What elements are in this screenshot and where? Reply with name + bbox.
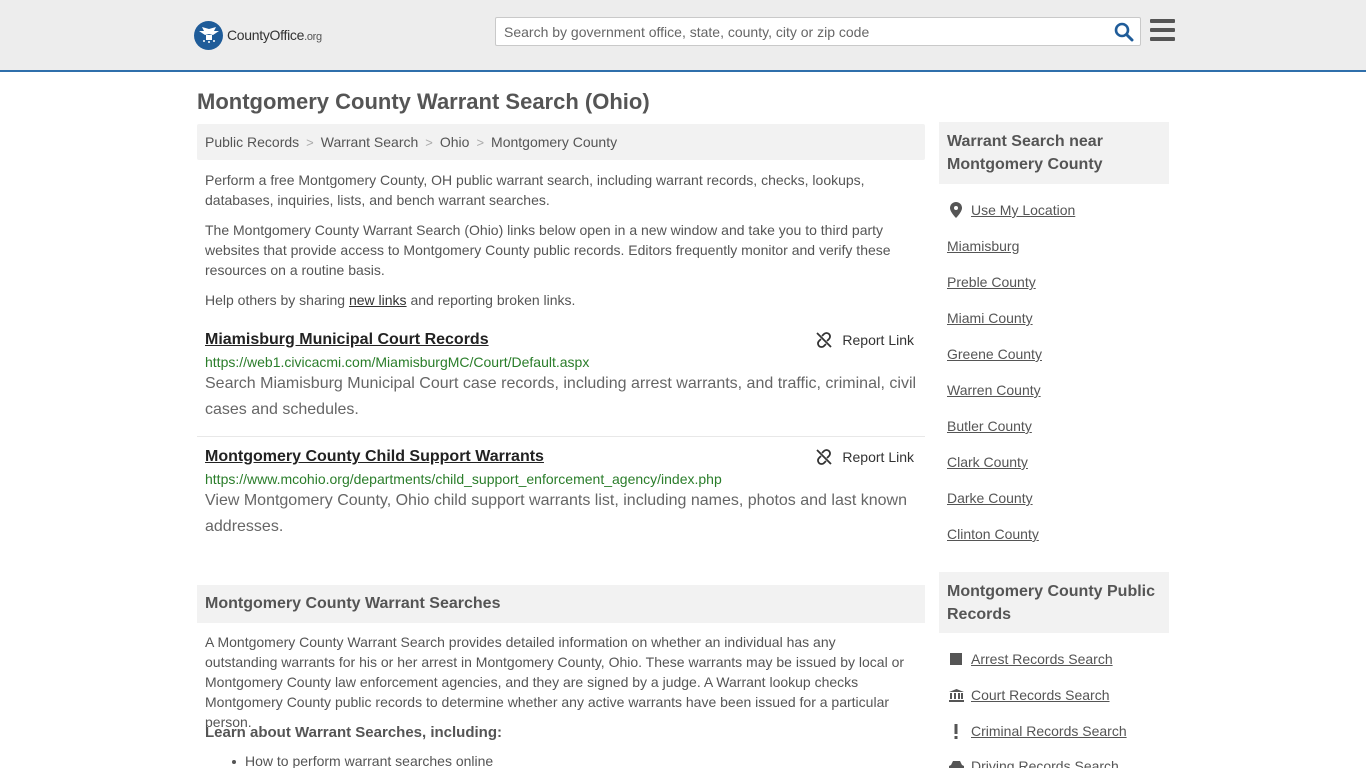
broken-link-icon bbox=[816, 449, 833, 465]
sidebar-link-arrest-records[interactable]: Arrest Records Search bbox=[948, 651, 1113, 667]
site-logo[interactable]: CountyOffice.org bbox=[194, 20, 322, 50]
result-divider bbox=[197, 436, 925, 437]
result-url[interactable]: https://web1.civicacmi.com/MiamisburgMC/… bbox=[205, 354, 917, 370]
sidebar-link-clark-county[interactable]: Clark County bbox=[947, 454, 1028, 470]
result-description: View Montgomery County, Ohio child suppo… bbox=[205, 492, 907, 535]
breadcrumb-separator: > bbox=[306, 134, 314, 150]
sidebar-link-miamisburg[interactable]: Miamisburg bbox=[947, 238, 1019, 254]
breadcrumb-warrant-search[interactable]: Warrant Search bbox=[321, 134, 419, 150]
intro-paragraph-1: Perform a free Montgomery County, OH pub… bbox=[205, 172, 865, 208]
sidebar-near-heading: Warrant Search near Montgomery County bbox=[939, 122, 1169, 184]
hamburger-menu-icon[interactable] bbox=[1150, 19, 1175, 41]
sidebar-link-driving-records[interactable]: Driving Records Search bbox=[948, 758, 1119, 768]
section-heading: Montgomery County Warrant Searches bbox=[197, 585, 925, 623]
sidebar-link-warren-county[interactable]: Warren County bbox=[947, 382, 1041, 398]
search-icon[interactable] bbox=[1114, 22, 1134, 42]
sidebar-link-greene-county[interactable]: Greene County bbox=[947, 346, 1042, 362]
list-item: How to perform warrant searches online bbox=[231, 753, 494, 768]
learn-heading: Learn about Warrant Searches, including: bbox=[205, 724, 502, 741]
result-description: Search Miamisburg Municipal Court case r… bbox=[205, 375, 917, 418]
page-title: Montgomery County Warrant Search (Ohio) bbox=[197, 89, 650, 114]
result-item: Montgomery County Child Support Warrants… bbox=[205, 448, 917, 540]
sidebar-link-criminal-records[interactable]: Criminal Records Search bbox=[948, 723, 1127, 739]
exclamation-icon bbox=[948, 723, 964, 739]
breadcrumb: Public Records > Warrant Search > Ohio >… bbox=[197, 124, 925, 160]
map-pin-icon bbox=[948, 202, 964, 218]
courthouse-icon bbox=[948, 687, 964, 703]
sidebar-link-preble-county[interactable]: Preble County bbox=[947, 274, 1036, 290]
section-body: A Montgomery County Warrant Search provi… bbox=[205, 634, 905, 730]
site-header: CountyOffice.org bbox=[0, 0, 1366, 72]
use-location-link[interactable]: Use My Location bbox=[948, 202, 1075, 218]
square-icon bbox=[948, 651, 964, 667]
breadcrumb-montgomery-county[interactable]: Montgomery County bbox=[491, 134, 617, 150]
search-input[interactable] bbox=[496, 18, 1106, 45]
logo-text: CountyOffice.org bbox=[227, 27, 322, 43]
intro-paragraph-3: Help others by sharing new links and rep… bbox=[205, 292, 576, 308]
report-link-button[interactable]: Report Link bbox=[816, 332, 914, 348]
sidebar-link-clinton-county[interactable]: Clinton County bbox=[947, 526, 1039, 542]
sidebar-link-butler-county[interactable]: Butler County bbox=[947, 418, 1032, 434]
breadcrumb-separator: > bbox=[476, 134, 485, 150]
new-links-link[interactable]: new links bbox=[349, 292, 407, 308]
broken-link-icon bbox=[816, 332, 833, 348]
report-link-button[interactable]: Report Link bbox=[816, 449, 914, 465]
result-item: Miamisburg Municipal Court Records Repor… bbox=[205, 331, 917, 423]
result-url[interactable]: https://www.mcohio.org/departments/child… bbox=[205, 471, 917, 487]
car-icon bbox=[948, 758, 964, 768]
result-title-link[interactable]: Montgomery County Child Support Warrants bbox=[205, 448, 544, 466]
sidebar-link-darke-county[interactable]: Darke County bbox=[947, 490, 1033, 506]
breadcrumb-public-records[interactable]: Public Records bbox=[205, 134, 299, 150]
site-search bbox=[495, 17, 1141, 46]
sidebar-link-court-records[interactable]: Court Records Search bbox=[948, 687, 1110, 703]
intro-paragraph-2: The Montgomery County Warrant Search (Oh… bbox=[205, 222, 891, 278]
sidebar-link-miami-county[interactable]: Miami County bbox=[947, 310, 1033, 326]
breadcrumb-ohio[interactable]: Ohio bbox=[440, 134, 470, 150]
sidebar-records-heading: Montgomery County Public Records bbox=[939, 572, 1169, 633]
logo-eagle-icon bbox=[194, 20, 223, 50]
result-title-link[interactable]: Miamisburg Municipal Court Records bbox=[205, 331, 489, 349]
breadcrumb-separator: > bbox=[425, 134, 433, 150]
